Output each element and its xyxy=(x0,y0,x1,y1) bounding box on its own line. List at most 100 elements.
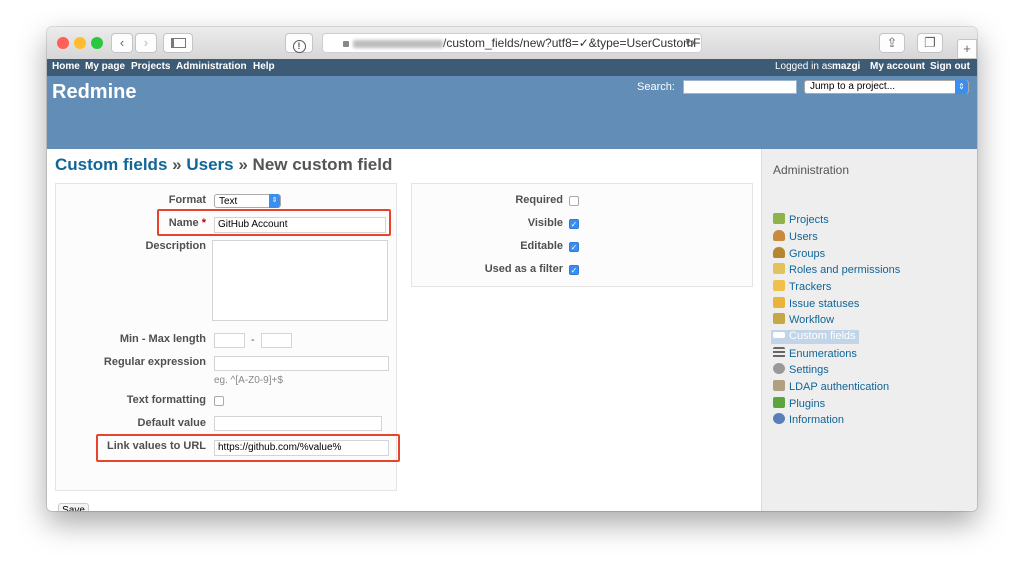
minmax-label: Min - Max length xyxy=(119,333,206,345)
sidebar-item-roles[interactable]: Roles and permissions xyxy=(773,263,900,277)
workflow-icon xyxy=(773,313,785,324)
settings-icon xyxy=(773,363,785,374)
search-label: Search: xyxy=(637,81,675,93)
description-textarea[interactable] xyxy=(212,240,388,321)
custom-fields-icon xyxy=(773,332,785,338)
top-menu: Home My page Projects Administration Hel… xyxy=(47,59,977,76)
sidebar-item-plugins[interactable]: Plugins xyxy=(773,397,825,411)
sign-out-link[interactable]: Sign out xyxy=(930,61,970,72)
my-account-link[interactable]: My account xyxy=(870,61,925,72)
sidebar-item-issue-statuses[interactable]: Issue statuses xyxy=(773,297,859,311)
top-menu-help[interactable]: Help xyxy=(253,61,275,72)
logged-in-prefix: Logged in as xyxy=(775,61,833,72)
sidebar-item-enumerations[interactable]: Enumerations xyxy=(773,347,857,361)
app-title: Redmine xyxy=(52,81,137,103)
regex-hint: eg. ^[A-Z0-9]+$ xyxy=(214,375,283,386)
editable-label: Editable xyxy=(520,240,563,252)
back-button[interactable]: ‹ xyxy=(111,33,133,53)
privacy-button[interactable]: ! xyxy=(285,33,313,53)
forward-button[interactable]: › xyxy=(135,33,157,53)
default-value-input[interactable] xyxy=(214,416,382,431)
search-input[interactable] xyxy=(683,80,797,94)
minimize-window-button[interactable] xyxy=(74,37,86,49)
blurred-host xyxy=(353,39,443,48)
min-length-input[interactable] xyxy=(214,333,245,348)
used-as-filter-checkbox[interactable]: ✓ xyxy=(569,265,579,275)
breadcrumb-custom-fields[interactable]: Custom fields xyxy=(55,155,167,174)
visible-checkbox[interactable]: ✓ xyxy=(569,219,579,229)
format-value: Text xyxy=(219,196,238,207)
breadcrumb-users[interactable]: Users xyxy=(186,155,233,174)
top-menu-administration[interactable]: Administration xyxy=(176,61,247,72)
save-button[interactable]: Save xyxy=(58,503,89,511)
roles-icon xyxy=(773,263,785,274)
chevron-left-icon: ‹ xyxy=(119,35,125,50)
jump-to-project-label: Jump to a project... xyxy=(810,81,896,92)
share-button[interactable]: ⇪ xyxy=(879,33,905,53)
sidebar-item-label: Information xyxy=(789,414,845,426)
sidebar-toggle-button[interactable] xyxy=(163,33,193,53)
tabs-button[interactable]: ❐ xyxy=(917,33,943,53)
sidebar-item-label: Custom fields xyxy=(789,330,856,342)
sidebar-icon xyxy=(170,38,186,48)
issue-statuses-icon xyxy=(773,297,785,308)
required-checkbox[interactable] xyxy=(569,196,579,206)
format-select[interactable]: Text ⇕ xyxy=(214,194,281,208)
max-length-input[interactable] xyxy=(261,333,292,348)
sidebar-item-label: Settings xyxy=(789,364,829,376)
name-highlight xyxy=(157,209,391,236)
custom-field-left-box: Format Text ⇕ Name * GitHub Account Desc… xyxy=(55,183,400,491)
sidebar-item-label: Projects xyxy=(789,214,829,226)
sidebar-item-label: Enumerations xyxy=(789,348,857,360)
text-formatting-checkbox[interactable] xyxy=(214,396,224,406)
new-tab-button[interactable]: + xyxy=(957,39,977,59)
sidebar-item-label: Roles and permissions xyxy=(789,264,901,276)
sidebar-item-settings[interactable]: Settings xyxy=(773,363,829,377)
chevron-updown-icon: ⇕ xyxy=(955,80,968,94)
breadcrumb-sep: » xyxy=(172,155,182,174)
minmax-separator: - xyxy=(251,334,255,346)
sidebar-item-information[interactable]: Information xyxy=(773,413,844,427)
top-menu-my-page[interactable]: My page xyxy=(85,61,125,72)
regex-input[interactable] xyxy=(214,356,389,371)
reload-icon[interactable]: ↻ xyxy=(685,34,695,52)
trackers-icon xyxy=(773,280,785,291)
visible-label: Visible xyxy=(527,217,563,229)
chevron-updown-icon: ⇕ xyxy=(269,194,280,208)
breadcrumb-sep: » xyxy=(238,155,248,174)
description-label: Description xyxy=(145,240,206,252)
top-menu-projects[interactable]: Projects xyxy=(131,61,170,72)
check-icon: ✓ xyxy=(570,266,578,275)
plus-icon: + xyxy=(963,41,971,56)
close-window-button[interactable] xyxy=(57,37,69,49)
sidebar-item-label: Trackers xyxy=(789,281,832,293)
url-text: /custom_fields/new?utf8=✓&type=UserCusto… xyxy=(443,36,702,50)
editable-checkbox[interactable]: ✓ xyxy=(569,242,579,252)
maximize-window-button[interactable] xyxy=(91,37,103,49)
projects-icon xyxy=(773,213,785,224)
sidebar-title: Administration xyxy=(773,163,850,177)
information-icon xyxy=(773,413,785,424)
regex-label: Regular expression xyxy=(103,356,206,368)
top-menu-home[interactable]: Home xyxy=(52,61,80,72)
used-as-filter-label: Used as a filter xyxy=(484,263,563,275)
logged-in-user[interactable]: mazgi xyxy=(832,61,860,72)
sidebar-item-projects[interactable]: Projects xyxy=(773,213,829,227)
jump-to-project-select[interactable]: Jump to a project... ⇕ xyxy=(804,80,969,94)
sidebar-item-trackers[interactable]: Trackers xyxy=(773,280,831,294)
chevron-right-icon: › xyxy=(143,35,149,50)
main-content: Custom fields » Users » New custom field… xyxy=(47,149,761,511)
sidebar-item-workflow[interactable]: Workflow xyxy=(773,313,834,327)
groups-icon xyxy=(773,247,785,258)
text-formatting-label: Text formatting xyxy=(126,394,206,406)
enumerations-icon xyxy=(773,347,785,358)
address-bar[interactable]: /custom_fields/new?utf8=✓&type=UserCusto… xyxy=(322,33,702,53)
sidebar-item-ldap[interactable]: LDAP authentication xyxy=(773,380,889,394)
lock-icon xyxy=(343,41,349,47)
custom-field-right-box: Required Visible ✓ Editable ✓ Used as a … xyxy=(411,183,753,287)
sidebar-item-groups[interactable]: Groups xyxy=(773,247,825,261)
browser-window: ‹ › ! /custom_fields/new?utf8=✓&type=Use… xyxy=(47,27,977,511)
sidebar-item-custom-fields[interactable]: Custom fields xyxy=(771,330,859,344)
sidebar-item-label: Groups xyxy=(789,248,826,260)
sidebar-item-users[interactable]: Users xyxy=(773,230,818,244)
